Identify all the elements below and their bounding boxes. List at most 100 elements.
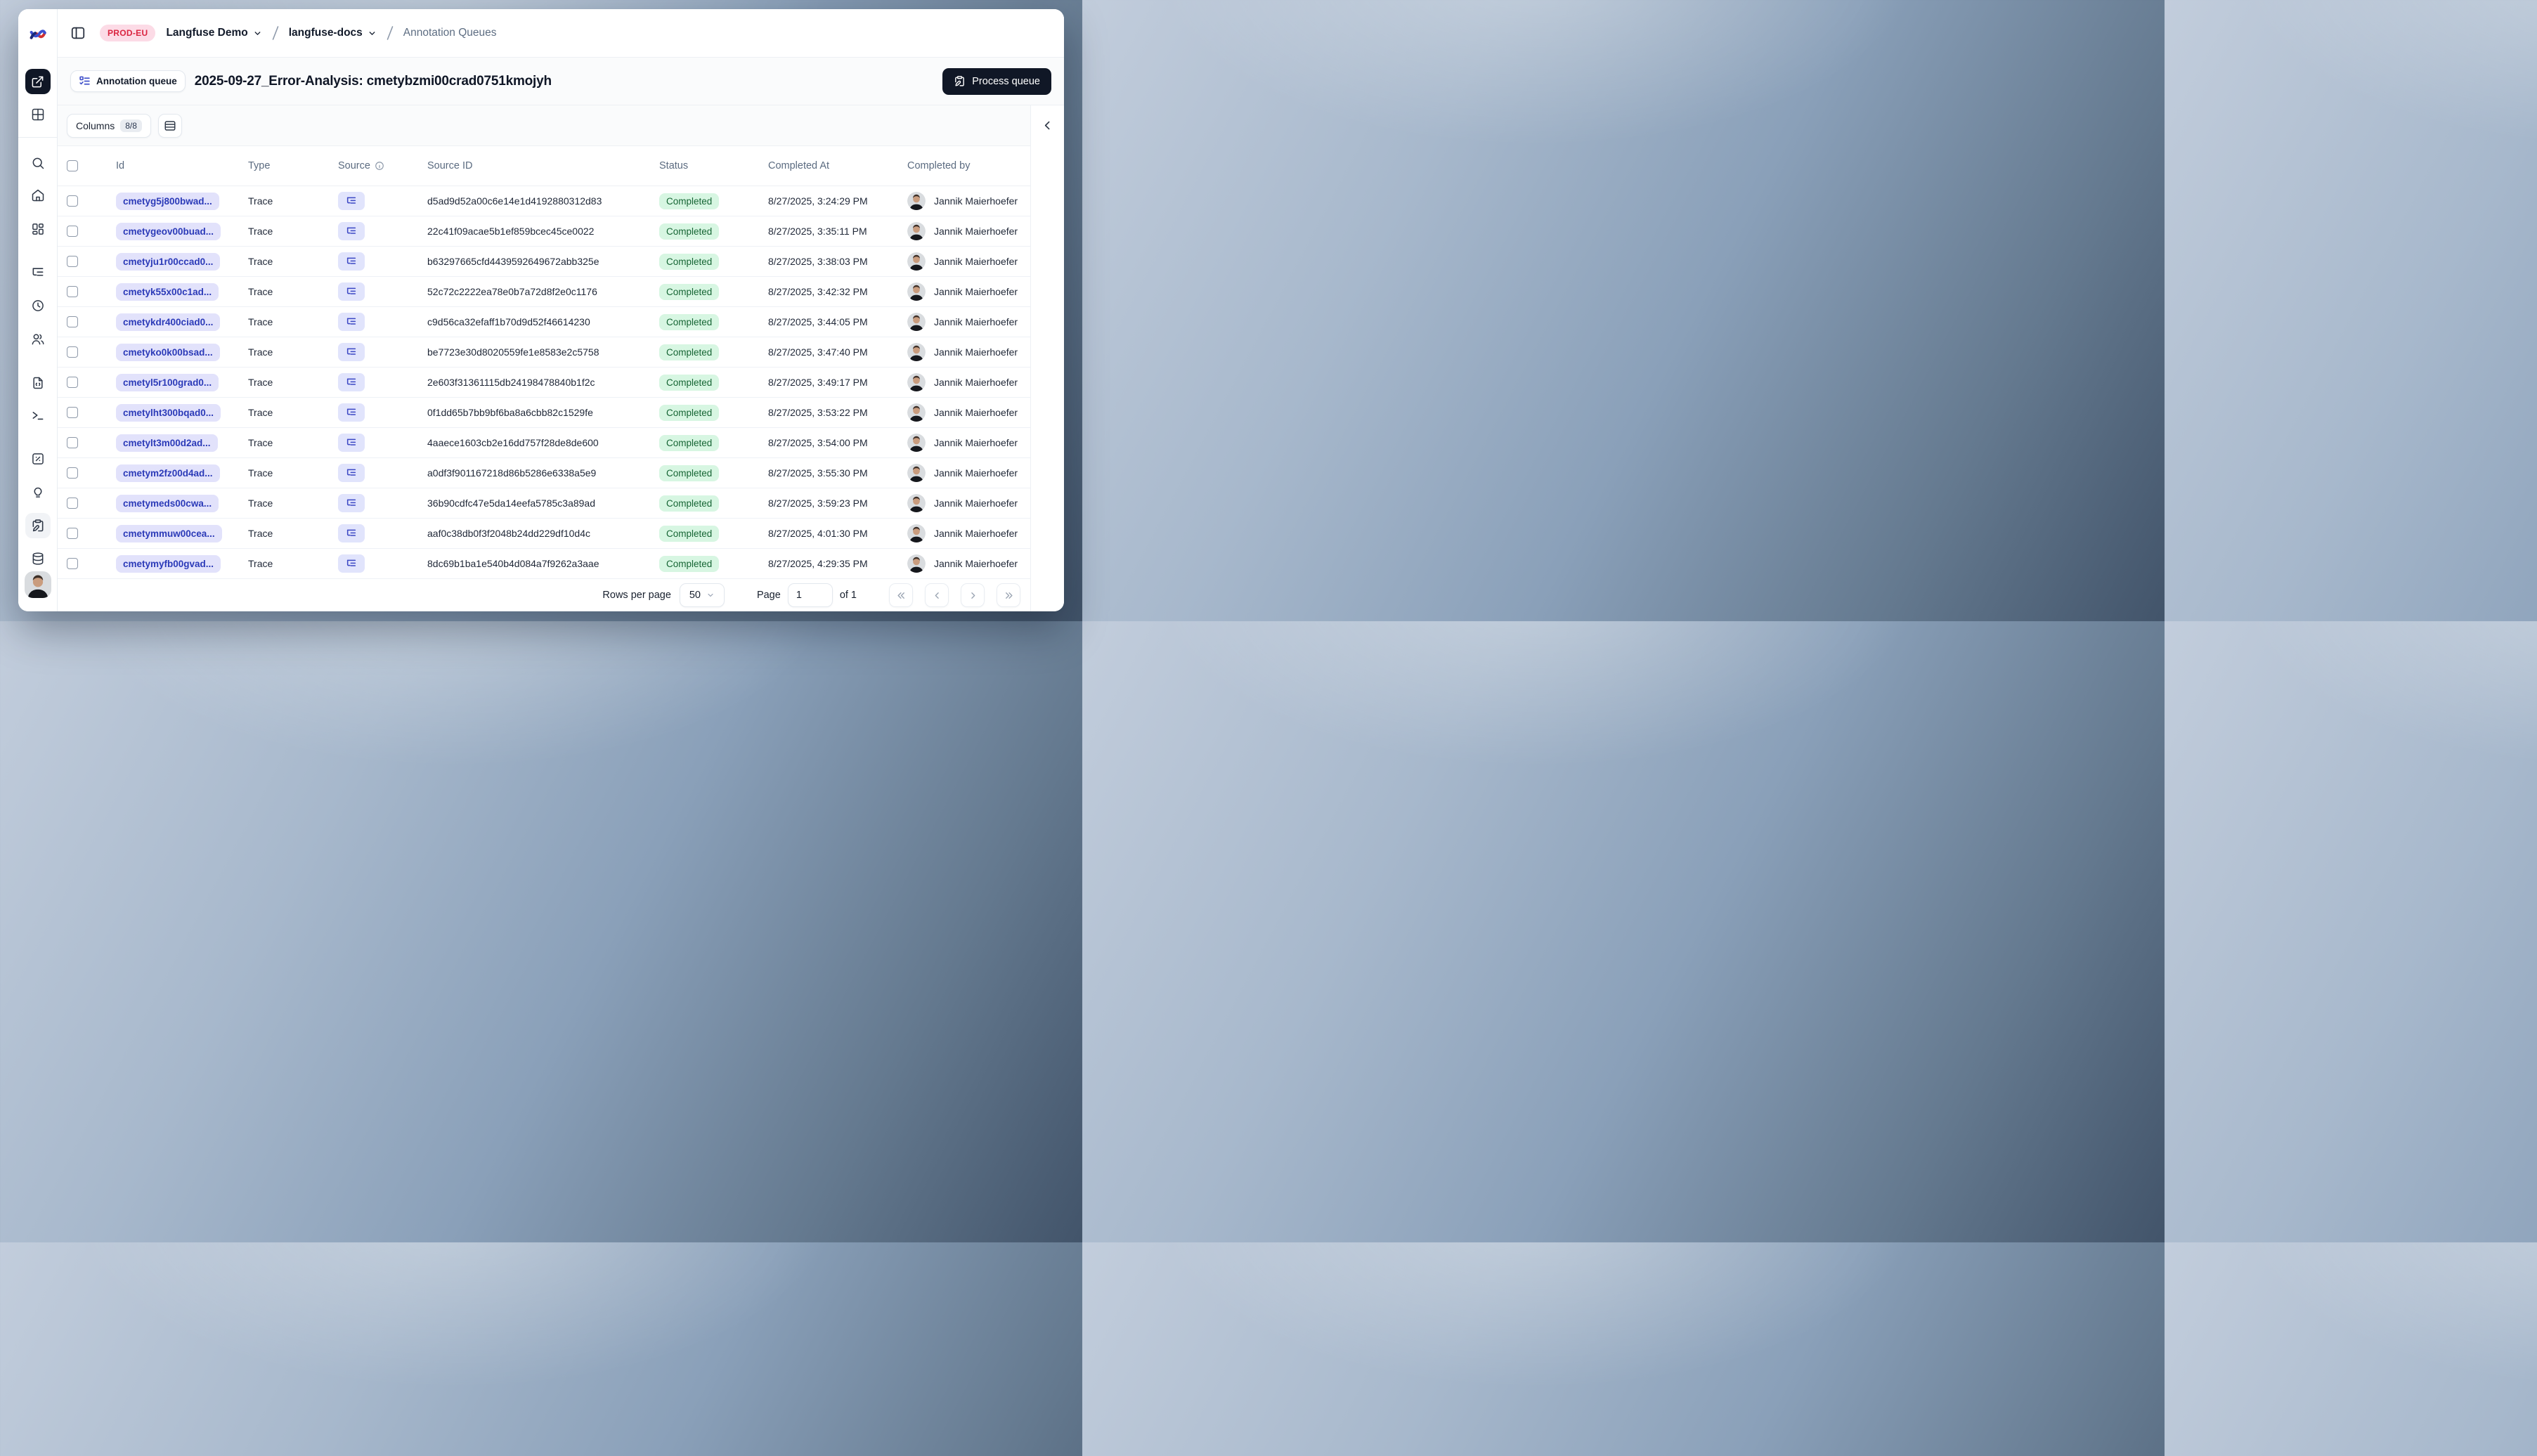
open-external-icon[interactable]: [25, 69, 51, 94]
item-id-pill[interactable]: cmetyju1r00ccad0...: [116, 252, 221, 271]
chevron-right-icon: [971, 592, 975, 599]
trace-source-icon[interactable]: [338, 524, 365, 542]
database-icon[interactable]: [25, 546, 51, 571]
column-header-id[interactable]: Id: [107, 160, 239, 171]
sidebar-toggle-icon[interactable]: [70, 25, 86, 41]
column-header-completed-at[interactable]: Completed At: [759, 160, 898, 171]
page-label: Page: [756, 590, 781, 601]
table-row[interactable]: cmetymyfb00gvad... Trace 8dc69b1ba1e540b…: [58, 549, 1030, 579]
trace-source-icon[interactable]: [338, 554, 365, 573]
trace-source-icon[interactable]: [338, 282, 365, 301]
type-cell: Trace: [248, 498, 273, 509]
table-row[interactable]: cmetym2fz00d4ad... Trace a0df3f901167218…: [58, 458, 1030, 488]
row-checkbox[interactable]: [67, 226, 78, 237]
item-id-pill[interactable]: cmetyg5j800bwad...: [116, 192, 219, 210]
row-checkbox[interactable]: [67, 437, 78, 448]
column-header-source-id[interactable]: Source ID: [418, 160, 650, 171]
search-icon[interactable]: [25, 150, 51, 176]
table-row[interactable]: cmetyk55x00c1ad... Trace 52c72c2222ea78e…: [58, 277, 1030, 307]
table-row[interactable]: cmetymeds00cwa... Trace 36b90cdfc47e5da1…: [58, 488, 1030, 519]
collapse-panel-button[interactable]: [1042, 119, 1053, 131]
row-checkbox[interactable]: [67, 316, 78, 327]
info-icon[interactable]: [375, 161, 384, 171]
item-id-pill[interactable]: cmetygeov00buad...: [116, 222, 221, 240]
project-switcher[interactable]: langfuse-docs: [289, 27, 377, 39]
org-switcher[interactable]: Langfuse Demo: [166, 27, 261, 39]
trace-source-icon[interactable]: [338, 313, 365, 331]
columns-button[interactable]: Columns 8/8: [67, 113, 151, 138]
home-icon[interactable]: [25, 183, 51, 208]
user-avatar[interactable]: [24, 571, 51, 598]
completed-by-cell: Jannik Maierhoefer: [934, 226, 1018, 237]
item-id-pill[interactable]: cmetymyfb00gvad...: [116, 554, 221, 573]
evaluation-percent-icon[interactable]: [25, 446, 51, 472]
clock-icon[interactable]: [25, 293, 51, 318]
table-row[interactable]: cmetyl5r100grad0... Trace 2e603f31361115…: [58, 368, 1030, 398]
rows-per-page-select[interactable]: 50: [679, 583, 725, 607]
column-header-source[interactable]: Source: [329, 160, 418, 171]
avatar: [907, 252, 926, 271]
chevron-left-icon: [1044, 121, 1050, 130]
item-id-pill[interactable]: cmetyk55x00c1ad...: [116, 282, 219, 301]
row-checkbox[interactable]: [67, 346, 78, 358]
item-id-pill[interactable]: cmetykdr400ciad0...: [116, 313, 221, 331]
row-checkbox[interactable]: [67, 558, 78, 569]
trace-source-icon[interactable]: [338, 222, 365, 240]
trace-source-icon[interactable]: [338, 252, 365, 271]
page-of-label: of 1: [839, 590, 857, 601]
item-id-pill[interactable]: cmetyko0k00bsad...: [116, 343, 220, 361]
last-page-button[interactable]: [997, 583, 1020, 607]
table-grid-icon[interactable]: [25, 102, 51, 127]
page-number-input[interactable]: 1: [787, 583, 833, 607]
row-checkbox[interactable]: [67, 467, 78, 479]
json-file-icon[interactable]: [25, 370, 51, 396]
item-id-pill[interactable]: cmetymeds00cwa...: [116, 494, 219, 512]
column-header-type[interactable]: Type: [239, 160, 329, 171]
lightbulb-icon[interactable]: [25, 480, 51, 505]
terminal-icon[interactable]: [25, 403, 51, 428]
process-queue-button[interactable]: Process queue: [942, 67, 1051, 95]
dashboard-icon[interactable]: [25, 216, 51, 242]
trace-source-icon[interactable]: [338, 494, 365, 512]
table-row[interactable]: cmetylht300bqad0... Trace 0f1dd65b7bb9bf…: [58, 398, 1030, 428]
row-checkbox[interactable]: [67, 407, 78, 418]
tracing-tree-icon[interactable]: [25, 260, 51, 285]
table-row[interactable]: cmetyg5j800bwad... Trace d5ad9d52a00c6e1…: [58, 186, 1030, 216]
row-checkbox[interactable]: [67, 195, 78, 207]
users-icon[interactable]: [25, 327, 51, 352]
table-row[interactable]: cmetyko0k00bsad... Trace be7723e30d80205…: [58, 337, 1030, 368]
annotation-queue-icon[interactable]: [25, 513, 51, 538]
column-header-completed-by[interactable]: Completed by: [898, 160, 1030, 171]
column-header-status[interactable]: Status: [650, 160, 759, 171]
status-badge: Completed: [659, 404, 720, 421]
item-id-pill[interactable]: cmetylt3m00d2ad...: [116, 434, 218, 452]
item-id-pill[interactable]: cmetym2fz00d4ad...: [116, 464, 220, 482]
row-height-button[interactable]: [157, 113, 182, 138]
select-all-checkbox[interactable]: [67, 160, 78, 171]
row-checkbox[interactable]: [67, 377, 78, 388]
trace-source-icon[interactable]: [338, 373, 365, 391]
trace-source-icon[interactable]: [338, 403, 365, 422]
table-row[interactable]: cmetymmuw00cea... Trace aaf0c38db0f3f204…: [58, 519, 1030, 549]
next-page-button[interactable]: [961, 583, 985, 607]
table-row[interactable]: cmetykdr400ciad0... Trace c9d56ca32efaff…: [58, 307, 1030, 337]
prev-page-button[interactable]: [925, 583, 949, 607]
row-checkbox[interactable]: [67, 498, 78, 509]
row-checkbox[interactable]: [67, 286, 78, 297]
table-row[interactable]: cmetylt3m00d2ad... Trace 4aaece1603cb2e1…: [58, 428, 1030, 458]
table-row[interactable]: cmetyju1r00ccad0... Trace b63297665cfd44…: [58, 247, 1030, 277]
source-id-cell: be7723e30d8020559fe1e8583e2c5758: [427, 346, 599, 358]
table-row[interactable]: cmetygeov00buad... Trace 22c41f09acae5b1…: [58, 216, 1030, 247]
trace-source-icon[interactable]: [338, 434, 365, 452]
row-checkbox[interactable]: [67, 256, 78, 267]
item-id-pill[interactable]: cmetylht300bqad0...: [116, 403, 221, 422]
item-id-pill[interactable]: cmetymmuw00cea...: [116, 524, 222, 542]
trace-source-icon[interactable]: [338, 343, 365, 361]
trace-source-icon[interactable]: [338, 192, 365, 210]
item-id-pill[interactable]: cmetyl5r100grad0...: [116, 373, 219, 391]
row-checkbox[interactable]: [67, 528, 78, 539]
first-page-button[interactable]: [889, 583, 913, 607]
queue-type-badge[interactable]: Annotation queue: [70, 70, 186, 92]
trace-source-icon[interactable]: [338, 464, 365, 482]
status-badge: Completed: [659, 344, 720, 360]
